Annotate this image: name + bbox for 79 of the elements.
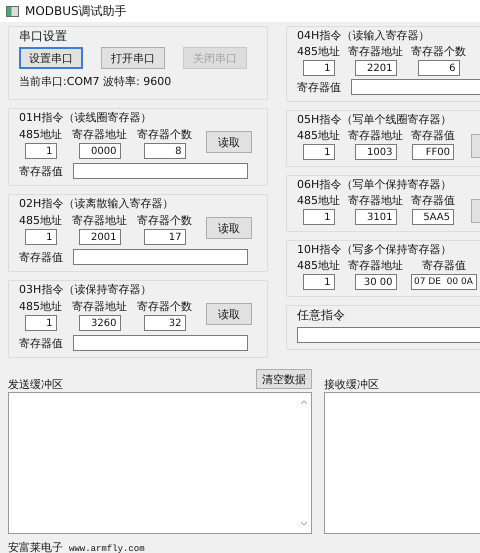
field-label: 寄存器地址 [348, 128, 403, 143]
company-name: 安富莱电子 [8, 540, 63, 553]
field-label: 寄存器值 [411, 128, 455, 143]
group-title: 串口设置 [19, 29, 68, 43]
field-label: 寄存器地址 [348, 44, 403, 59]
input-field[interactable]: 1003 [354, 144, 396, 160]
field-label: 寄存器值 [19, 336, 63, 350]
command-field[interactable] [297, 327, 480, 343]
input-field[interactable]: 3101 [354, 209, 396, 225]
field-label: 寄存器个数 [137, 127, 192, 142]
field-label: 485地址 [297, 258, 340, 273]
input-field[interactable]: 6 [418, 60, 460, 76]
input-field[interactable]: 1 [302, 209, 334, 225]
field-label: 寄存器值 [422, 258, 466, 273]
input-field[interactable]: 1 [302, 144, 334, 160]
input-field[interactable]: 1 [24, 229, 56, 245]
value-field[interactable] [351, 79, 480, 95]
input-field[interactable]: 1 [24, 315, 56, 331]
field-label: 寄存器地址 [348, 258, 403, 273]
input-field[interactable]: 1 [302, 60, 334, 76]
input-field[interactable]: 3260 [78, 315, 120, 331]
field-label: 寄存器地址 [72, 213, 127, 228]
read-button[interactable]: 读取 [206, 217, 252, 239]
read-button[interactable]: 读取 [206, 131, 252, 153]
serial-button[interactable]: 打开串口 [101, 47, 165, 69]
field-label: 485地址 [297, 128, 340, 143]
group-title: 01H指令（读线圈寄存器） [19, 111, 152, 125]
field-label: 寄存器地址 [348, 193, 403, 208]
field-label: 寄存器值 [411, 193, 455, 208]
scroll-down-icon[interactable] [300, 521, 308, 527]
clear-button[interactable]: 清空数据 [256, 369, 312, 389]
field-label: 寄存器地址 [72, 299, 127, 314]
value-field[interactable] [73, 249, 248, 265]
input-field[interactable]: 1 [302, 274, 334, 290]
group-title: 10H指令（写多个保持寄存器） [297, 243, 452, 257]
send-textarea[interactable] [8, 392, 312, 534]
port-status: 当前串口:COM7 波特率: 9600 [19, 74, 172, 89]
website-url: www.armfly.com [69, 544, 145, 553]
app-icon [6, 6, 19, 16]
field-label: 寄存器地址 [72, 127, 127, 142]
field-label: 寄存器个数 [137, 299, 192, 314]
read-button[interactable]: 读取 [206, 303, 252, 325]
input-field[interactable]: 0000 [78, 143, 120, 159]
group-title: 02H指令（读离散输入寄存器） [19, 197, 174, 211]
button-edge[interactable] [471, 199, 480, 223]
input-field[interactable]: 07 DE 00 0A [411, 274, 477, 290]
field-label: 485地址 [297, 193, 340, 208]
buffer-label: 发送缓冲区 [8, 377, 63, 392]
value-field[interactable] [73, 335, 248, 351]
receive-textarea[interactable] [324, 392, 480, 534]
input-field[interactable]: 30 00 [354, 274, 396, 290]
buffer-label: 接收缓冲区 [324, 377, 379, 392]
input-field[interactable]: 17 [144, 229, 186, 245]
input-field[interactable]: 1 [24, 143, 56, 159]
value-field[interactable] [73, 163, 248, 179]
button-edge[interactable] [471, 134, 480, 158]
scroll-up-icon[interactable] [300, 399, 308, 405]
field-label: 485地址 [19, 127, 62, 142]
group-title: 任意指令 [297, 308, 346, 322]
input-field[interactable]: 32 [144, 315, 186, 331]
field-label: 寄存器值 [19, 164, 63, 178]
field-label: 寄存器值 [297, 80, 341, 94]
field-label: 485地址 [19, 299, 62, 314]
input-field[interactable]: 2201 [354, 60, 396, 76]
group-title: 03H指令（读保持寄存器） [19, 283, 152, 297]
group-title: 05H指令（写单个线圈寄存器） [297, 113, 452, 127]
field-label: 寄存器值 [19, 250, 63, 264]
field-label: 寄存器个数 [411, 44, 466, 59]
field-label: 寄存器个数 [137, 213, 192, 228]
input-field[interactable]: FF00 [412, 144, 454, 160]
group-title: 06H指令（写单个保持寄存器） [297, 178, 452, 192]
input-field[interactable]: 8 [144, 143, 186, 159]
input-field[interactable]: 2001 [78, 229, 120, 245]
window-title: MODBUS调试助手 [25, 2, 127, 20]
field-label: 485地址 [19, 213, 62, 228]
group-title: 04H指令（读输入寄存器） [297, 29, 430, 43]
input-field[interactable]: 5AA5 [412, 209, 454, 225]
serial-button[interactable]: 设置串口 [19, 47, 83, 69]
field-label: 485地址 [297, 44, 340, 59]
